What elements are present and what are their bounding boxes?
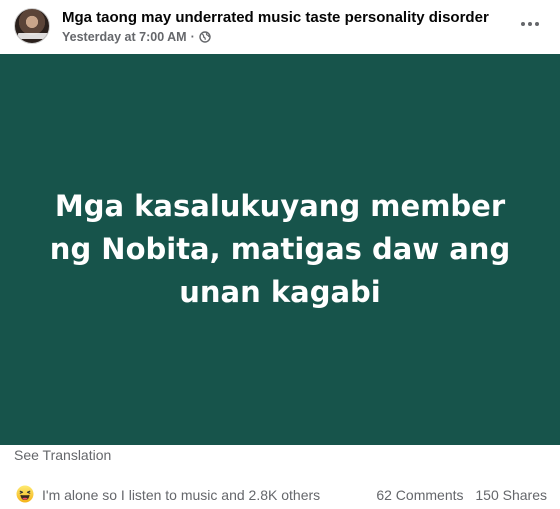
post-meta: Yesterday at 7:00 AM · [62,30,211,44]
more-options-icon[interactable] [518,14,542,34]
post-header: Mga taong may underrated music taste per… [0,0,560,54]
shares-count[interactable]: 150 Shares [475,487,547,503]
meta-separator: · [190,30,195,44]
comments-count[interactable]: 62 Comments [376,487,463,503]
haha-emoji-icon[interactable] [16,485,34,503]
post-timestamp[interactable]: Yesterday at 7:00 AM [62,30,187,44]
group-avatar[interactable] [14,8,50,44]
see-translation-link[interactable]: See Translation [14,447,111,463]
reactors-summary[interactable]: I'm alone so I listen to music and 2.8K … [42,487,320,503]
engagement-counts: 62 Comments 150 Shares [376,487,547,503]
engagement-bar: I'm alone so I listen to music and 2.8K … [0,483,560,509]
post-text-background: Mga kasalukuyang member ng Nobita, matig… [0,54,560,445]
group-name-link[interactable]: Mga taong may underrated music taste per… [62,9,502,26]
post-text: Mga kasalukuyang member ng Nobita, matig… [49,189,511,309]
globe-icon [199,31,211,43]
